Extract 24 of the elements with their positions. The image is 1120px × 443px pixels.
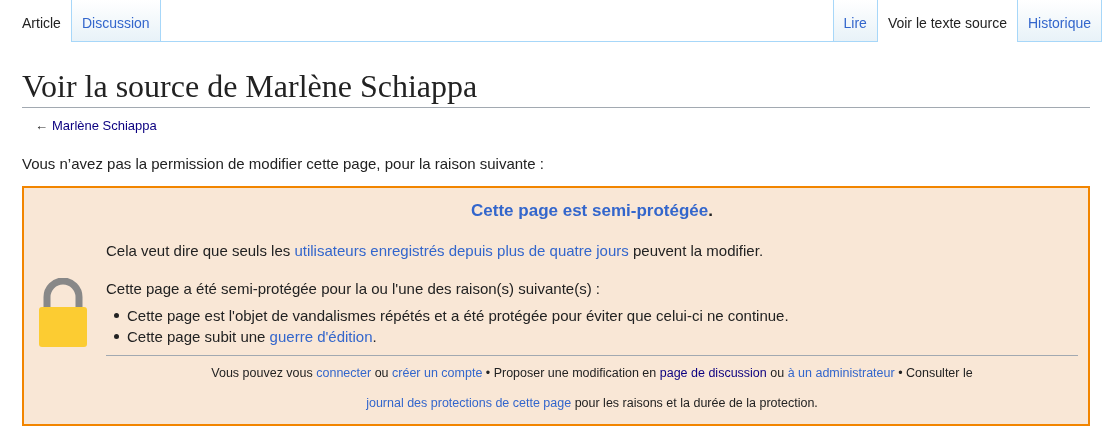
- notice-heading: Cette page est semi-protégée.: [470, 200, 714, 222]
- link[interactable]: Cette page est semi-protégée: [471, 201, 709, 220]
- reason-item: Cette page est l'objet de vandalismes répétés et a été protégée pour éviter que celui-ci ne continue.: [127, 305, 789, 326]
- notice-text: Cela veut dire que seuls les utilisateurs enregistrés depuis plus de quatre jours peuvent la modifier.: [106, 240, 765, 261]
- link[interactable]: guerre d'édition: [269, 327, 373, 345]
- notice-footer: Vous pouvez vous connecter ou créer un compte • Proposer une modification en page de discussion ou à un administrateur • Consulter le journal des protections de cette page pour les raisons et la durée de la protection.: [106, 357, 1078, 418]
- link[interactable]: connecter: [316, 365, 372, 380]
- bullet-icon: [114, 312, 119, 318]
- arrow-icon: ←: [35, 116, 48, 136]
- tab[interactable]: Discussion: [70, 0, 161, 42]
- link[interactable]: à un administrateur: [787, 365, 895, 380]
- reason-item: Cette page subit une guerre d'édition.: [127, 326, 377, 347]
- tab[interactable]: Lire: [832, 0, 878, 42]
- link[interactable]: page de discussion: [659, 365, 767, 380]
- page-title: Voir la source de Marlène Schiappa: [22, 66, 1090, 108]
- padlock-icon: [38, 277, 88, 348]
- back-link[interactable]: Marlène Schiappa: [52, 116, 157, 136]
- notice-text: Cette page a été semi-protégée pour la ou l'une des raison(s) suivante(s) :: [106, 279, 601, 299]
- permission-message: Vous n’avez pas la permission de modifier cette page, pour la raison suivante :: [22, 153, 545, 174]
- bullet-icon: [114, 333, 119, 339]
- link[interactable]: journal des protections de cette page: [366, 395, 572, 410]
- tab[interactable]: Historique: [1016, 0, 1102, 42]
- link[interactable]: créer un compte: [392, 365, 483, 380]
- link[interactable]: utilisateurs enregistrés depuis plus de quatre jours: [294, 241, 629, 259]
